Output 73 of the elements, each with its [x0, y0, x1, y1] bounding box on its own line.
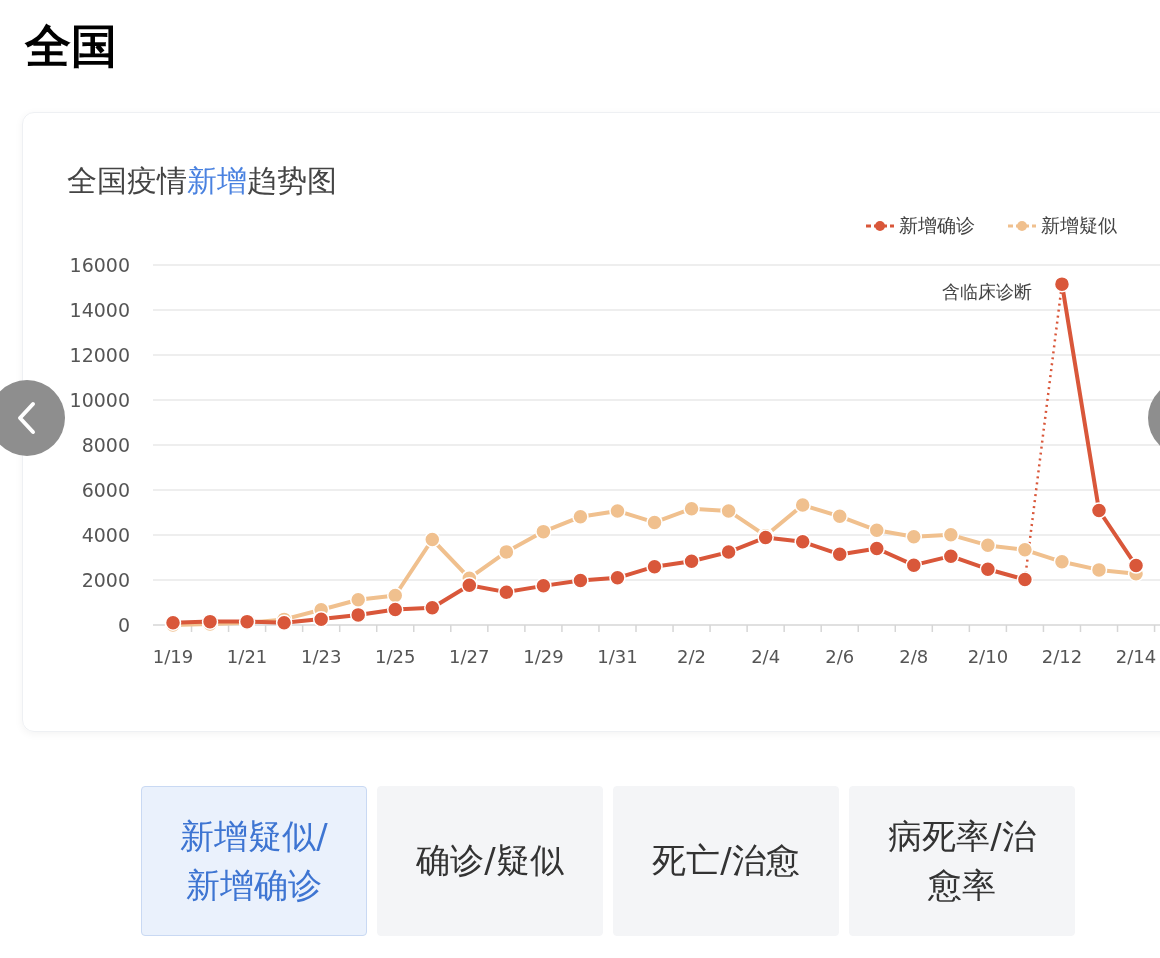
chart-tab[interactable]: 确诊/疑似 [377, 786, 603, 936]
x-axis-label: 1/27 [449, 646, 490, 667]
data-point [1053, 553, 1071, 571]
data-point [535, 577, 552, 595]
data-point [646, 514, 663, 531]
y-axis-label: 14000 [69, 299, 130, 321]
data-point [831, 546, 848, 563]
y-axis-label: 2000 [81, 569, 130, 591]
y-axis-label: 10000 [69, 389, 130, 411]
chart-tab[interactable]: 新增疑似/新增确诊 [141, 786, 367, 936]
x-axis-label: 1/23 [300, 646, 342, 667]
data-point [868, 540, 885, 557]
data-point [424, 531, 441, 548]
x-axis-label: 1/31 [597, 646, 638, 667]
data-point [498, 583, 515, 601]
data-point [868, 522, 885, 539]
data-point [905, 556, 923, 574]
y-axis-label: 16000 [69, 254, 130, 276]
data-point [498, 543, 515, 561]
data-point [720, 502, 737, 520]
x-axis-label: 2/4 [751, 646, 781, 667]
data-point [683, 500, 700, 517]
chart-tab[interactable]: 死亡/治愈 [613, 786, 839, 936]
data-point [609, 502, 626, 520]
x-axis-label: 2/2 [677, 646, 707, 667]
data-point [1016, 541, 1034, 559]
x-axis-label: 2/14 [1115, 646, 1157, 667]
y-axis-label: 4000 [81, 524, 130, 546]
data-point [831, 508, 848, 525]
data-point [312, 610, 330, 628]
data-point [238, 613, 256, 630]
x-axis-label: 2/8 [899, 646, 929, 667]
x-axis-label: 1/29 [523, 646, 564, 667]
data-point [572, 572, 589, 589]
data-point [979, 560, 997, 578]
data-point [1090, 502, 1108, 519]
data-point [572, 508, 589, 526]
data-point [794, 533, 811, 550]
annotation-label: 含临床诊断 [941, 281, 1032, 303]
data-point [979, 537, 997, 554]
data-point [942, 526, 960, 544]
data-point [609, 569, 626, 586]
x-axis-label: 1/25 [375, 646, 416, 667]
data-point [720, 543, 737, 561]
y-axis-label: 6000 [81, 479, 130, 501]
data-point [905, 528, 923, 546]
x-axis-label: 1/21 [226, 646, 268, 667]
chart-title: 全国疫情新增趋势图 [67, 162, 337, 200]
data-point [349, 606, 367, 624]
y-axis-label: 0 [117, 614, 130, 636]
data-point [794, 496, 811, 514]
data-point [424, 599, 441, 616]
data-point [1053, 275, 1071, 293]
chart-tab[interactable]: 病死率/治愈率 [849, 786, 1075, 936]
x-axis-label: 1/19 [152, 646, 194, 667]
data-point [535, 523, 552, 540]
data-point [1016, 571, 1034, 588]
y-axis-label: 8000 [81, 434, 130, 456]
data-point [201, 613, 219, 630]
x-axis-label: 2/12 [1041, 646, 1083, 667]
legend-label[interactable]: 新增疑似 [1041, 213, 1117, 239]
data-point [349, 591, 367, 609]
x-axis-label: 2/6 [825, 646, 855, 667]
data-point [646, 558, 663, 575]
data-point [942, 547, 960, 565]
legend-label[interactable]: 新增确诊 [899, 213, 975, 239]
data-point [387, 601, 404, 618]
y-axis-label: 12000 [69, 344, 130, 366]
x-axis-label: 2/10 [967, 646, 1009, 667]
data-point [1090, 561, 1108, 579]
data-point [683, 553, 700, 570]
data-point [164, 614, 182, 631]
page-heading: 全国 [23, 18, 118, 75]
